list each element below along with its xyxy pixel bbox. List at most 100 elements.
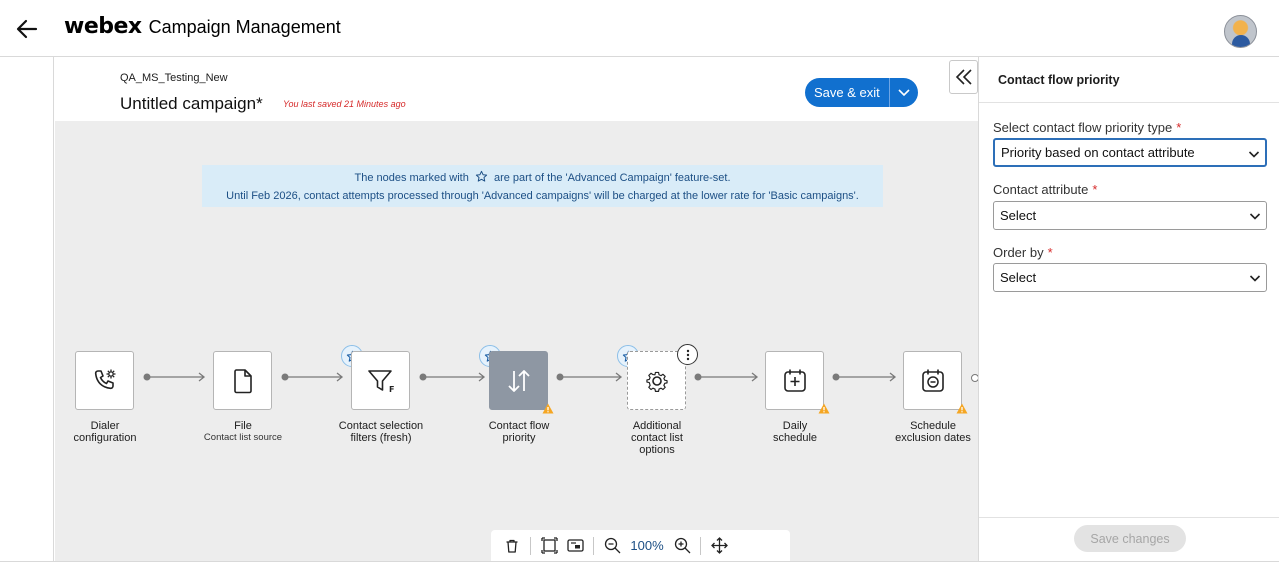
gear-icon xyxy=(645,371,668,392)
collapse-panel-button[interactable] xyxy=(949,60,978,94)
more-vertical-icon xyxy=(686,349,689,360)
minimap-button[interactable] xyxy=(562,533,588,559)
brand: webex Campaign Management xyxy=(64,14,341,39)
chevron-down-icon xyxy=(898,88,910,96)
node-label: File Contact list source xyxy=(183,420,303,444)
advanced-info-banner: The nodes marked with are part of the 'A… xyxy=(202,165,883,207)
zoom-in-icon xyxy=(674,537,690,554)
node-contact-flow-priority[interactable] xyxy=(489,351,548,410)
node-label-line: Additional xyxy=(632,420,682,432)
node-label-line: Schedule xyxy=(910,420,956,432)
flow-canvas[interactable]: The nodes marked with are part of the 'A… xyxy=(55,121,978,561)
trash-icon xyxy=(506,539,518,553)
warning-icon xyxy=(542,403,554,414)
contact-attribute-label-text: Contact attribute xyxy=(993,182,1089,197)
node-label: Contact flow priority xyxy=(459,420,579,444)
chevrons-left-icon xyxy=(955,69,972,85)
save-exit-group: Save & exit xyxy=(805,78,918,107)
node-more-options-button[interactable] xyxy=(677,344,698,365)
contact-attribute-select[interactable]: Select xyxy=(993,201,1267,230)
last-saved-note: You last saved 21 Minutes ago xyxy=(283,99,406,109)
node-label: Daily schedule xyxy=(735,420,855,444)
node-schedule-exclusion-dates[interactable] xyxy=(903,351,962,410)
panel-footer-divider xyxy=(979,517,1279,518)
save-changes-button[interactable]: Save changes xyxy=(1074,525,1186,552)
node-contact-selection-filters[interactable]: F xyxy=(351,351,410,410)
fit-to-screen-button[interactable] xyxy=(536,533,562,559)
order-by-select[interactable]: Select xyxy=(993,263,1267,292)
webex-logo: webex xyxy=(64,14,142,39)
campaign-subtitle: QA_MS_Testing_New xyxy=(120,72,228,84)
node-daily-schedule[interactable] xyxy=(765,351,824,410)
left-strip xyxy=(0,57,54,561)
connector-arrow xyxy=(281,372,344,382)
node-label-line: Dialer xyxy=(90,420,120,432)
save-options-button[interactable] xyxy=(888,78,918,107)
save-exit-button[interactable]: Save & exit xyxy=(805,78,889,107)
campaign-title[interactable]: Untitled campaign* xyxy=(120,94,263,114)
node-label-line: configuration xyxy=(73,432,137,444)
connector-arrow xyxy=(694,372,759,382)
connector-tail xyxy=(971,374,978,382)
node-label: Schedule exclusion dates xyxy=(873,420,978,444)
chevron-down-icon xyxy=(1248,151,1260,158)
zoom-out-button[interactable] xyxy=(599,533,625,559)
star-icon xyxy=(475,170,488,188)
order-by-label-text: Order by xyxy=(993,245,1044,260)
svg-text:F: F xyxy=(389,385,394,394)
filter-icon: F xyxy=(367,369,394,394)
connector-arrow xyxy=(832,372,897,382)
zoom-out-icon xyxy=(604,537,620,554)
node-label: Contact selection filters (fresh) xyxy=(321,420,441,444)
toolbar-divider xyxy=(593,536,594,555)
warning-icon xyxy=(818,403,830,414)
contact-attribute-value: Select xyxy=(1000,208,1037,223)
sort-arrows-icon xyxy=(507,369,530,392)
priority-type-select[interactable]: Priority based on contact attribute xyxy=(993,138,1267,167)
node-label-line: Contact flow xyxy=(488,420,550,432)
pan-button[interactable] xyxy=(706,533,732,559)
node-label-line: exclusion dates xyxy=(895,432,971,444)
connector-arrow xyxy=(556,372,623,382)
phone-gear-icon xyxy=(94,369,115,389)
fit-screen-icon xyxy=(540,537,558,554)
calendar-minus-icon xyxy=(921,369,944,392)
zoom-in-button[interactable] xyxy=(669,533,695,559)
connector-arrow xyxy=(143,372,206,382)
required-mark: * xyxy=(1047,245,1053,260)
properties-panel: Contact flow priority Select contact flo… xyxy=(978,57,1279,561)
calendar-plus-icon xyxy=(783,369,806,392)
node-label-line: priority xyxy=(502,432,536,444)
node-dialer-configuration[interactable] xyxy=(75,351,134,410)
required-mark: * xyxy=(1176,120,1182,135)
node-label-line: schedule xyxy=(772,432,818,444)
node-label-line: options xyxy=(639,444,675,456)
canvas-toolbar: 100% xyxy=(491,530,790,561)
toolbar-divider xyxy=(530,536,531,555)
user-avatar[interactable] xyxy=(1224,15,1257,48)
toolbar-divider xyxy=(700,536,701,555)
node-label: Dialer configuration xyxy=(55,420,165,444)
node-additional-contact-list-options[interactable] xyxy=(627,351,686,410)
required-mark: * xyxy=(1092,182,1098,197)
back-arrow-icon[interactable] xyxy=(14,16,40,42)
app-title: Campaign Management xyxy=(148,17,341,37)
banner-line2: Until Feb 2026, contact attempts process… xyxy=(226,190,859,202)
top-bar: webex Campaign Management xyxy=(0,0,1279,57)
node-label-line: File xyxy=(234,420,252,432)
panel-divider xyxy=(979,102,1279,103)
delete-button[interactable] xyxy=(499,533,525,559)
contact-attribute-label: Contact attribute * xyxy=(993,182,1097,197)
chevron-down-icon xyxy=(1249,275,1261,282)
chevron-down-icon xyxy=(1249,213,1261,220)
node-label-line: Contact selection xyxy=(338,420,424,432)
node-sublabel: Contact list source xyxy=(203,432,283,443)
bottom-border xyxy=(0,561,1279,568)
node-file[interactable] xyxy=(213,351,272,410)
node-label: Additional contact list options xyxy=(597,420,717,456)
file-icon xyxy=(233,368,252,393)
node-label-line: Daily xyxy=(782,420,808,432)
banner-line1-before: The nodes marked with xyxy=(354,172,469,184)
panel-title: Contact flow priority xyxy=(998,73,1120,87)
banner-line1-after: are part of the 'Advanced Campaign' feat… xyxy=(493,172,731,184)
